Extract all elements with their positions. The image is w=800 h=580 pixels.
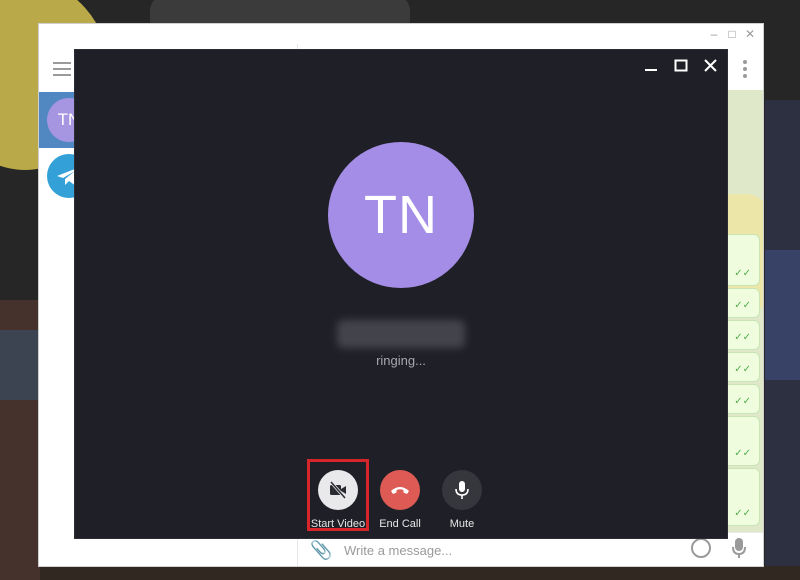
menu-icon[interactable] [53,62,71,76]
highlight-box [307,459,369,531]
more-icon[interactable] [743,60,747,81]
callee-avatar: TN [328,142,474,288]
callee-name-redacted [337,320,465,348]
read-check-icon: ✓✓ [734,448,751,459]
paperclip-icon[interactable]: 📎 [310,540,332,561]
read-check-icon: ✓✓ [734,508,751,519]
microphone-icon [455,481,469,499]
composer-microphone-icon[interactable] [732,537,746,564]
read-check-icon: ✓✓ [734,364,751,375]
app-titlebar: – □ ✕ [39,24,763,44]
mute-button[interactable] [442,470,482,510]
close-icon[interactable] [701,56,721,76]
call-window: TN ringing... Start Video End Call Mute [75,50,727,538]
end-call-button[interactable] [380,470,420,510]
read-check-icon: ✓✓ [734,268,751,279]
read-check-icon: ✓✓ [734,396,751,407]
phone-end-icon [391,487,409,494]
app-minimize-icon[interactable]: – [707,27,721,41]
maximize-icon[interactable] [671,56,691,76]
app-close-icon[interactable]: ✕ [743,27,757,41]
app-maximize-icon[interactable]: □ [725,27,739,41]
mute-label: Mute [449,518,475,530]
wallpaper-shape [40,566,800,580]
message-input[interactable]: Write a message... [344,543,452,558]
emoji-icon[interactable] [691,538,711,558]
wallpaper-shape [0,330,40,400]
wallpaper-shape [765,250,800,380]
read-check-icon: ✓✓ [734,332,751,343]
read-check-icon: ✓✓ [734,300,751,311]
minimize-icon[interactable] [641,56,661,76]
call-status: ringing... [376,353,426,368]
